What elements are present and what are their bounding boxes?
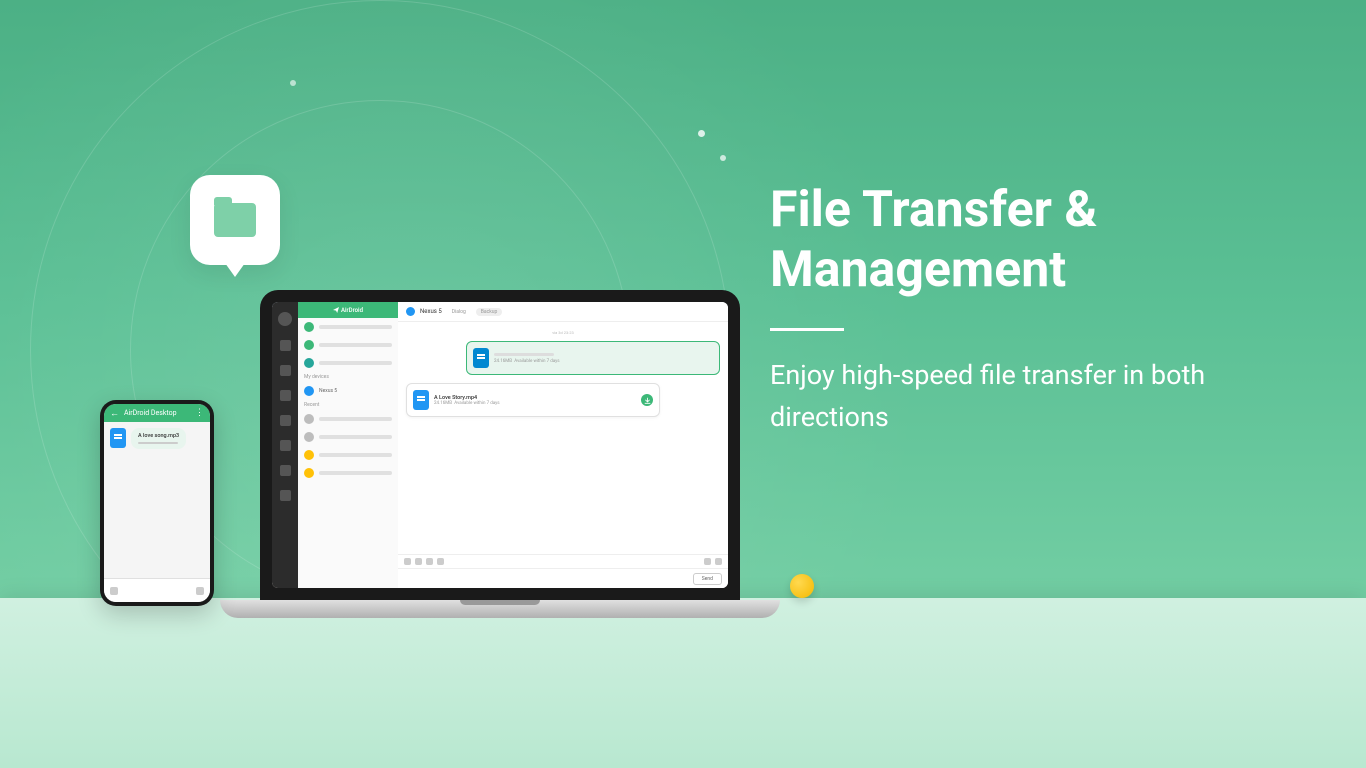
tab-backup[interactable]: Backup: [476, 308, 503, 316]
decorative-dot: [290, 80, 296, 86]
nav-icon[interactable]: [280, 440, 291, 451]
file-meta: 24.16MB Available within 7 days: [494, 359, 713, 364]
received-file-card[interactable]: A Love Story.mp4 24.16MB Available withi…: [406, 383, 660, 417]
device-status-icon: [406, 307, 415, 316]
back-icon[interactable]: ←: [110, 408, 119, 419]
folder-icon[interactable]: [426, 558, 433, 565]
phone-app-header: ← AirDroid Desktop ⋮: [104, 404, 210, 422]
file-meta: 24.16MB Available within 7 days: [434, 401, 636, 406]
laptop-mockup: AirDroid My devices Nexus 5 Recent: [220, 290, 780, 618]
list-item[interactable]: [298, 446, 398, 464]
nav-icon[interactable]: [280, 490, 291, 501]
decorative-ball: [790, 574, 814, 598]
hero-title: File Transfer & Management: [770, 180, 1290, 300]
app-icon[interactable]: [437, 558, 444, 565]
avatar-icon[interactable]: [278, 312, 292, 326]
phone-mockup: ← AirDroid Desktop ⋮ A love song.mp3: [100, 400, 214, 606]
option-icon[interactable]: [715, 558, 722, 565]
device-name: Nexus 5: [420, 308, 442, 315]
list-item[interactable]: [298, 318, 398, 336]
app-nav-sidebar: [272, 302, 298, 588]
send-button[interactable]: Send: [693, 573, 722, 585]
file-name-placeholder: [494, 353, 554, 356]
list-item[interactable]: [298, 428, 398, 446]
hero-subtitle: Enjoy high-speed file transfer in both d…: [770, 355, 1290, 439]
file-bubble: A love song.mp3: [131, 428, 186, 449]
phone-header-title: AirDroid Desktop: [124, 409, 177, 417]
list-item[interactable]: [298, 354, 398, 372]
send-icon[interactable]: [196, 587, 204, 595]
phone-file-message[interactable]: A love song.mp3: [110, 428, 204, 449]
folder-bubble: [190, 175, 280, 265]
nav-icon[interactable]: [280, 415, 291, 426]
section-label: My devices: [298, 372, 398, 382]
download-button[interactable]: [641, 394, 653, 406]
chat-header: Nexus 5 Dialog Backup: [398, 302, 728, 322]
chat-panel: Nexus 5 Dialog Backup via 3d 23:23 24.16…: [398, 302, 728, 588]
platform-surface: [0, 598, 1366, 768]
file-icon: [110, 428, 126, 448]
attachment-bar: [398, 554, 728, 568]
hero-divider: [770, 328, 844, 331]
phone-screen: ← AirDroid Desktop ⋮ A love song.mp3: [104, 404, 210, 602]
laptop-screen: AirDroid My devices Nexus 5 Recent: [260, 290, 740, 600]
send-row: Send: [398, 568, 728, 588]
file-icon: [413, 390, 429, 410]
list-item[interactable]: Nexus 5: [298, 382, 398, 400]
timestamp: via 3d 23:23: [406, 330, 720, 335]
decorative-dot: [720, 155, 726, 161]
attach-icon[interactable]: [110, 587, 118, 595]
menu-icon[interactable]: ⋮: [195, 408, 204, 418]
paper-plane-icon: [333, 307, 339, 313]
nav-icon[interactable]: [280, 365, 291, 376]
laptop-base: [220, 600, 780, 618]
phone-input-bar: [104, 578, 210, 602]
tab-dialog[interactable]: Dialog: [447, 308, 471, 316]
decorative-dot: [698, 130, 705, 137]
file-icon: [473, 348, 489, 368]
option-icon[interactable]: [704, 558, 711, 565]
nav-icon[interactable]: [280, 390, 291, 401]
section-label: Recent: [298, 400, 398, 410]
app-window: AirDroid My devices Nexus 5 Recent: [272, 302, 728, 588]
hero-text: File Transfer & Management Enjoy high-sp…: [770, 180, 1290, 439]
sent-file-card[interactable]: 24.16MB Available within 7 days: [466, 341, 720, 375]
attach-icon[interactable]: [404, 558, 411, 565]
nav-icon[interactable]: [280, 465, 291, 476]
device-list-panel: AirDroid My devices Nexus 5 Recent: [298, 302, 398, 588]
folder-icon: [214, 203, 256, 237]
list-item[interactable]: [298, 464, 398, 482]
list-item[interactable]: [298, 336, 398, 354]
image-icon[interactable]: [415, 558, 422, 565]
download-icon: [644, 397, 651, 404]
nav-icon[interactable]: [280, 340, 291, 351]
phone-chat-body: A love song.mp3: [104, 422, 210, 578]
app-header: AirDroid: [298, 302, 398, 318]
chat-area: via 3d 23:23 24.16MB Available within 7 …: [398, 322, 728, 554]
list-item[interactable]: [298, 410, 398, 428]
